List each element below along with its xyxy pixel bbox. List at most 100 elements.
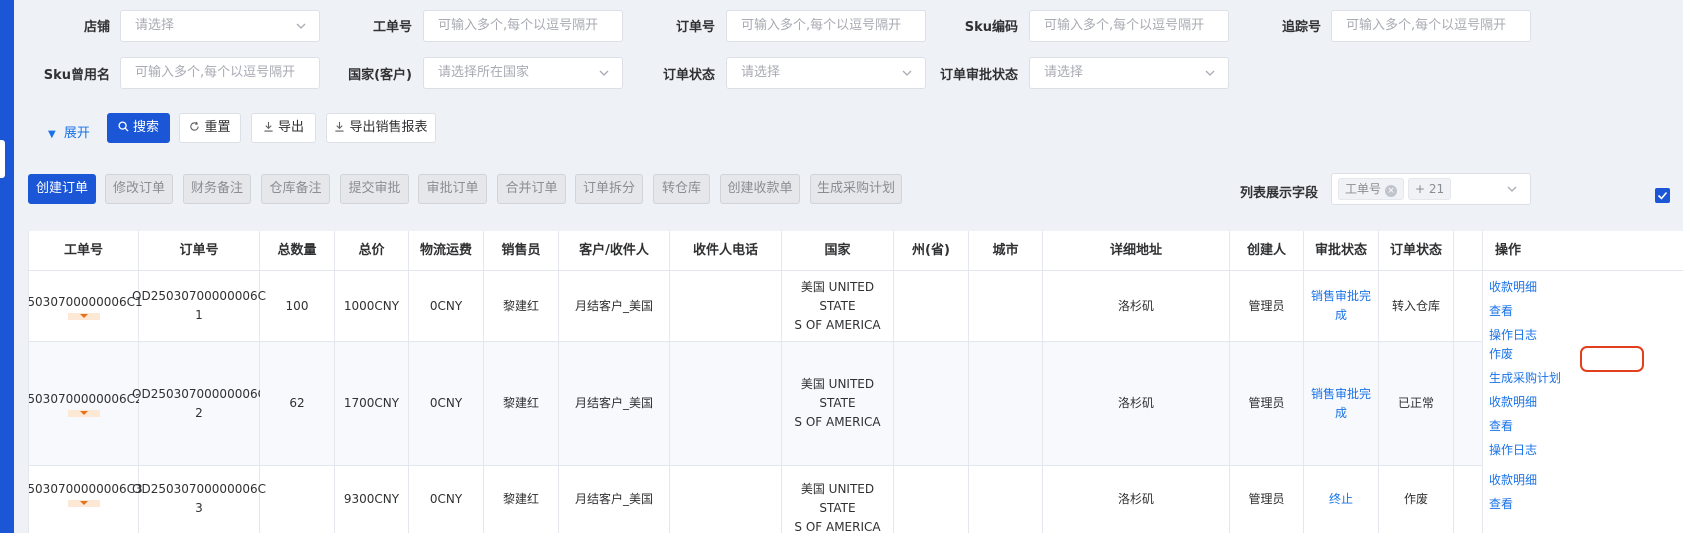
- table-row-2-actions: 作废 生成采购计划 收款明细 查看 操作日志: [1483, 342, 1593, 462]
- reset-label: 重置: [204, 120, 231, 135]
- table-row-1-work-no[interactable]: O25030700000006C1: [29, 271, 143, 342]
- warehouse-note-button[interactable]: 仓库备注: [261, 174, 330, 204]
- refresh-icon: [190, 121, 200, 131]
- header-creator: 创建人: [1230, 231, 1304, 271]
- close-icon[interactable]: ×: [1385, 185, 1398, 197]
- approve-order-button[interactable]: 审批订单: [418, 174, 487, 204]
- tracking-no-placeholder: 可输入多个,每个以逗号隔开: [1346, 18, 1507, 33]
- table-row-3-phone: [670, 466, 782, 533]
- table-row-3-qty: [260, 466, 335, 533]
- view-link[interactable]: 查看: [1489, 492, 1593, 516]
- operation-log-link[interactable]: 操作日志: [1489, 438, 1593, 462]
- caret-down-icon[interactable]: [67, 500, 100, 507]
- sku-name-input[interactable]: 可输入多个,每个以逗号隔开: [120, 57, 320, 89]
- generate-purchase-link[interactable]: 生成采购计划: [1489, 366, 1593, 390]
- view-link[interactable]: 查看: [1489, 414, 1593, 438]
- view-link[interactable]: 查看: [1489, 299, 1593, 323]
- table-row-1-city: [969, 271, 1043, 342]
- void-link[interactable]: 作废: [1489, 342, 1593, 366]
- table-row-2-approval[interactable]: 销售审批完成: [1304, 342, 1379, 466]
- table-row-1-state: [894, 271, 969, 342]
- header-spacer: [1454, 231, 1483, 271]
- work-no-input[interactable]: 可输入多个,每个以逗号隔开: [423, 10, 623, 42]
- table-row-3-approval[interactable]: 终止: [1304, 466, 1379, 533]
- header-price: 总价: [335, 231, 409, 271]
- cell-text: OD25030700000006C: [132, 289, 266, 303]
- finance-note-button[interactable]: 财务备注: [183, 174, 251, 204]
- table-row-1-spacer: [1454, 271, 1483, 342]
- sidebar-collapse-handle[interactable]: [0, 140, 5, 178]
- search-button[interactable]: 搜索: [107, 113, 170, 143]
- sku-code-label: Sku编码: [964, 20, 1018, 35]
- export-label: 导出: [277, 120, 304, 135]
- table-row-2-state: [894, 342, 969, 466]
- export-sales-button[interactable]: 导出销售报表: [326, 113, 436, 143]
- expand-label: 展开: [63, 126, 90, 141]
- order-status-select[interactable]: 请选择: [726, 57, 926, 89]
- create-receipt-button[interactable]: 创建收款单: [720, 174, 800, 204]
- shop-placeholder: 请选择: [135, 18, 175, 33]
- table-row-3-state: [894, 466, 969, 533]
- split-order-button[interactable]: 订单拆分: [575, 174, 643, 204]
- cell-text: OD25030700000006C: [132, 482, 266, 496]
- approval-status-select[interactable]: 请选择: [1029, 57, 1229, 89]
- table-row-1-approval[interactable]: 销售审批完成: [1304, 271, 1379, 342]
- table-row-1-customer: 月结客户_美国: [559, 271, 670, 342]
- country-select[interactable]: 请选择所在国家: [423, 57, 623, 89]
- table-row-3-work-no[interactable]: O25030700000006C3: [29, 466, 143, 533]
- shop-label: 店铺: [83, 20, 110, 35]
- submit-approval-button[interactable]: 提交审批: [340, 174, 409, 204]
- merge-order-button[interactable]: 合并订单: [497, 174, 566, 204]
- transfer-warehouse-button[interactable]: 转仓库: [653, 174, 710, 204]
- cell-text: S OF AMERICA: [794, 317, 881, 332]
- table-row-2-country: 美国 UNITED STATE S OF AMERICA: [782, 342, 894, 466]
- create-order-button[interactable]: 创建订单: [28, 174, 96, 204]
- cell-text: S OF AMERICA: [794, 415, 881, 429]
- header-qty: 总数量: [260, 231, 335, 271]
- table-row-2-creator: 管理员: [1230, 342, 1304, 466]
- download-icon: [264, 121, 273, 132]
- receipt-detail-link[interactable]: 收款明细: [1489, 468, 1593, 492]
- approval-status-placeholder: 请选择: [1044, 65, 1084, 80]
- header-approval: 审批状态: [1304, 231, 1379, 271]
- table-row-2-price: 1700CNY: [335, 342, 409, 466]
- header-freight: 物流运费: [409, 231, 484, 271]
- caret-down-icon[interactable]: [67, 410, 100, 417]
- column-fields-select[interactable]: 工单号 × + 21: [1331, 173, 1531, 205]
- table-row-2-customer: 月结客户_美国: [559, 342, 670, 466]
- orders-table: 工单号 订单号 总数量 总价 物流运费 销售员 客户/收件人 收件人电话 国家 …: [28, 231, 1683, 533]
- reset-button[interactable]: 重置: [179, 113, 241, 143]
- table-row-3-order-no: OD25030700000006C 3: [132, 466, 266, 533]
- table-row-2-freight: 0CNY: [409, 342, 484, 466]
- cell-text: 美国 UNITED STATE: [800, 482, 875, 515]
- sku-code-input[interactable]: 可输入多个,每个以逗号隔开: [1029, 10, 1229, 42]
- cell-text: OD25030700000006C: [132, 386, 266, 401]
- order-no-placeholder: 可输入多个,每个以逗号隔开: [741, 18, 902, 33]
- order-no-input[interactable]: 可输入多个,每个以逗号隔开: [726, 10, 926, 42]
- generate-purchase-button[interactable]: 生成采购计划: [810, 174, 902, 204]
- table-row-3-status: 作废: [1379, 466, 1454, 533]
- expand-toggle[interactable]: ▼ 展开: [48, 122, 90, 141]
- export-button[interactable]: 导出: [251, 113, 316, 143]
- export-sales-label: 导出销售报表: [349, 120, 428, 135]
- table-row-2-work-no[interactable]: O25030700000006C2: [29, 342, 143, 466]
- receipt-detail-link[interactable]: 收款明细: [1489, 275, 1593, 299]
- cell-text: 美国 UNITED STATE: [800, 377, 875, 410]
- tracking-no-input[interactable]: 可输入多个,每个以逗号隔开: [1331, 10, 1531, 42]
- column-more-tag: + 21: [1408, 178, 1452, 200]
- cell-text: O25030700000006C3: [28, 482, 143, 496]
- table-row-3-country: 美国 UNITED STATE S OF AMERICA: [782, 466, 894, 533]
- shop-select[interactable]: 请选择: [120, 10, 320, 42]
- cell-text: 3: [195, 501, 203, 515]
- header-work-no: 工单号: [29, 231, 139, 271]
- column-fields-label: 列表展示字段: [1240, 186, 1319, 201]
- table-row-1-freight: 0CNY: [409, 271, 484, 342]
- header-customer: 客户/收件人: [559, 231, 670, 271]
- checkbox-checked[interactable]: [1655, 188, 1670, 203]
- cell-text: 1: [195, 308, 203, 322]
- caret-down-icon[interactable]: [67, 312, 100, 320]
- download-icon: [335, 121, 345, 132]
- country-label: 国家(客户): [348, 68, 412, 83]
- edit-order-button[interactable]: 修改订单: [105, 174, 173, 204]
- receipt-detail-link[interactable]: 收款明细: [1489, 390, 1593, 414]
